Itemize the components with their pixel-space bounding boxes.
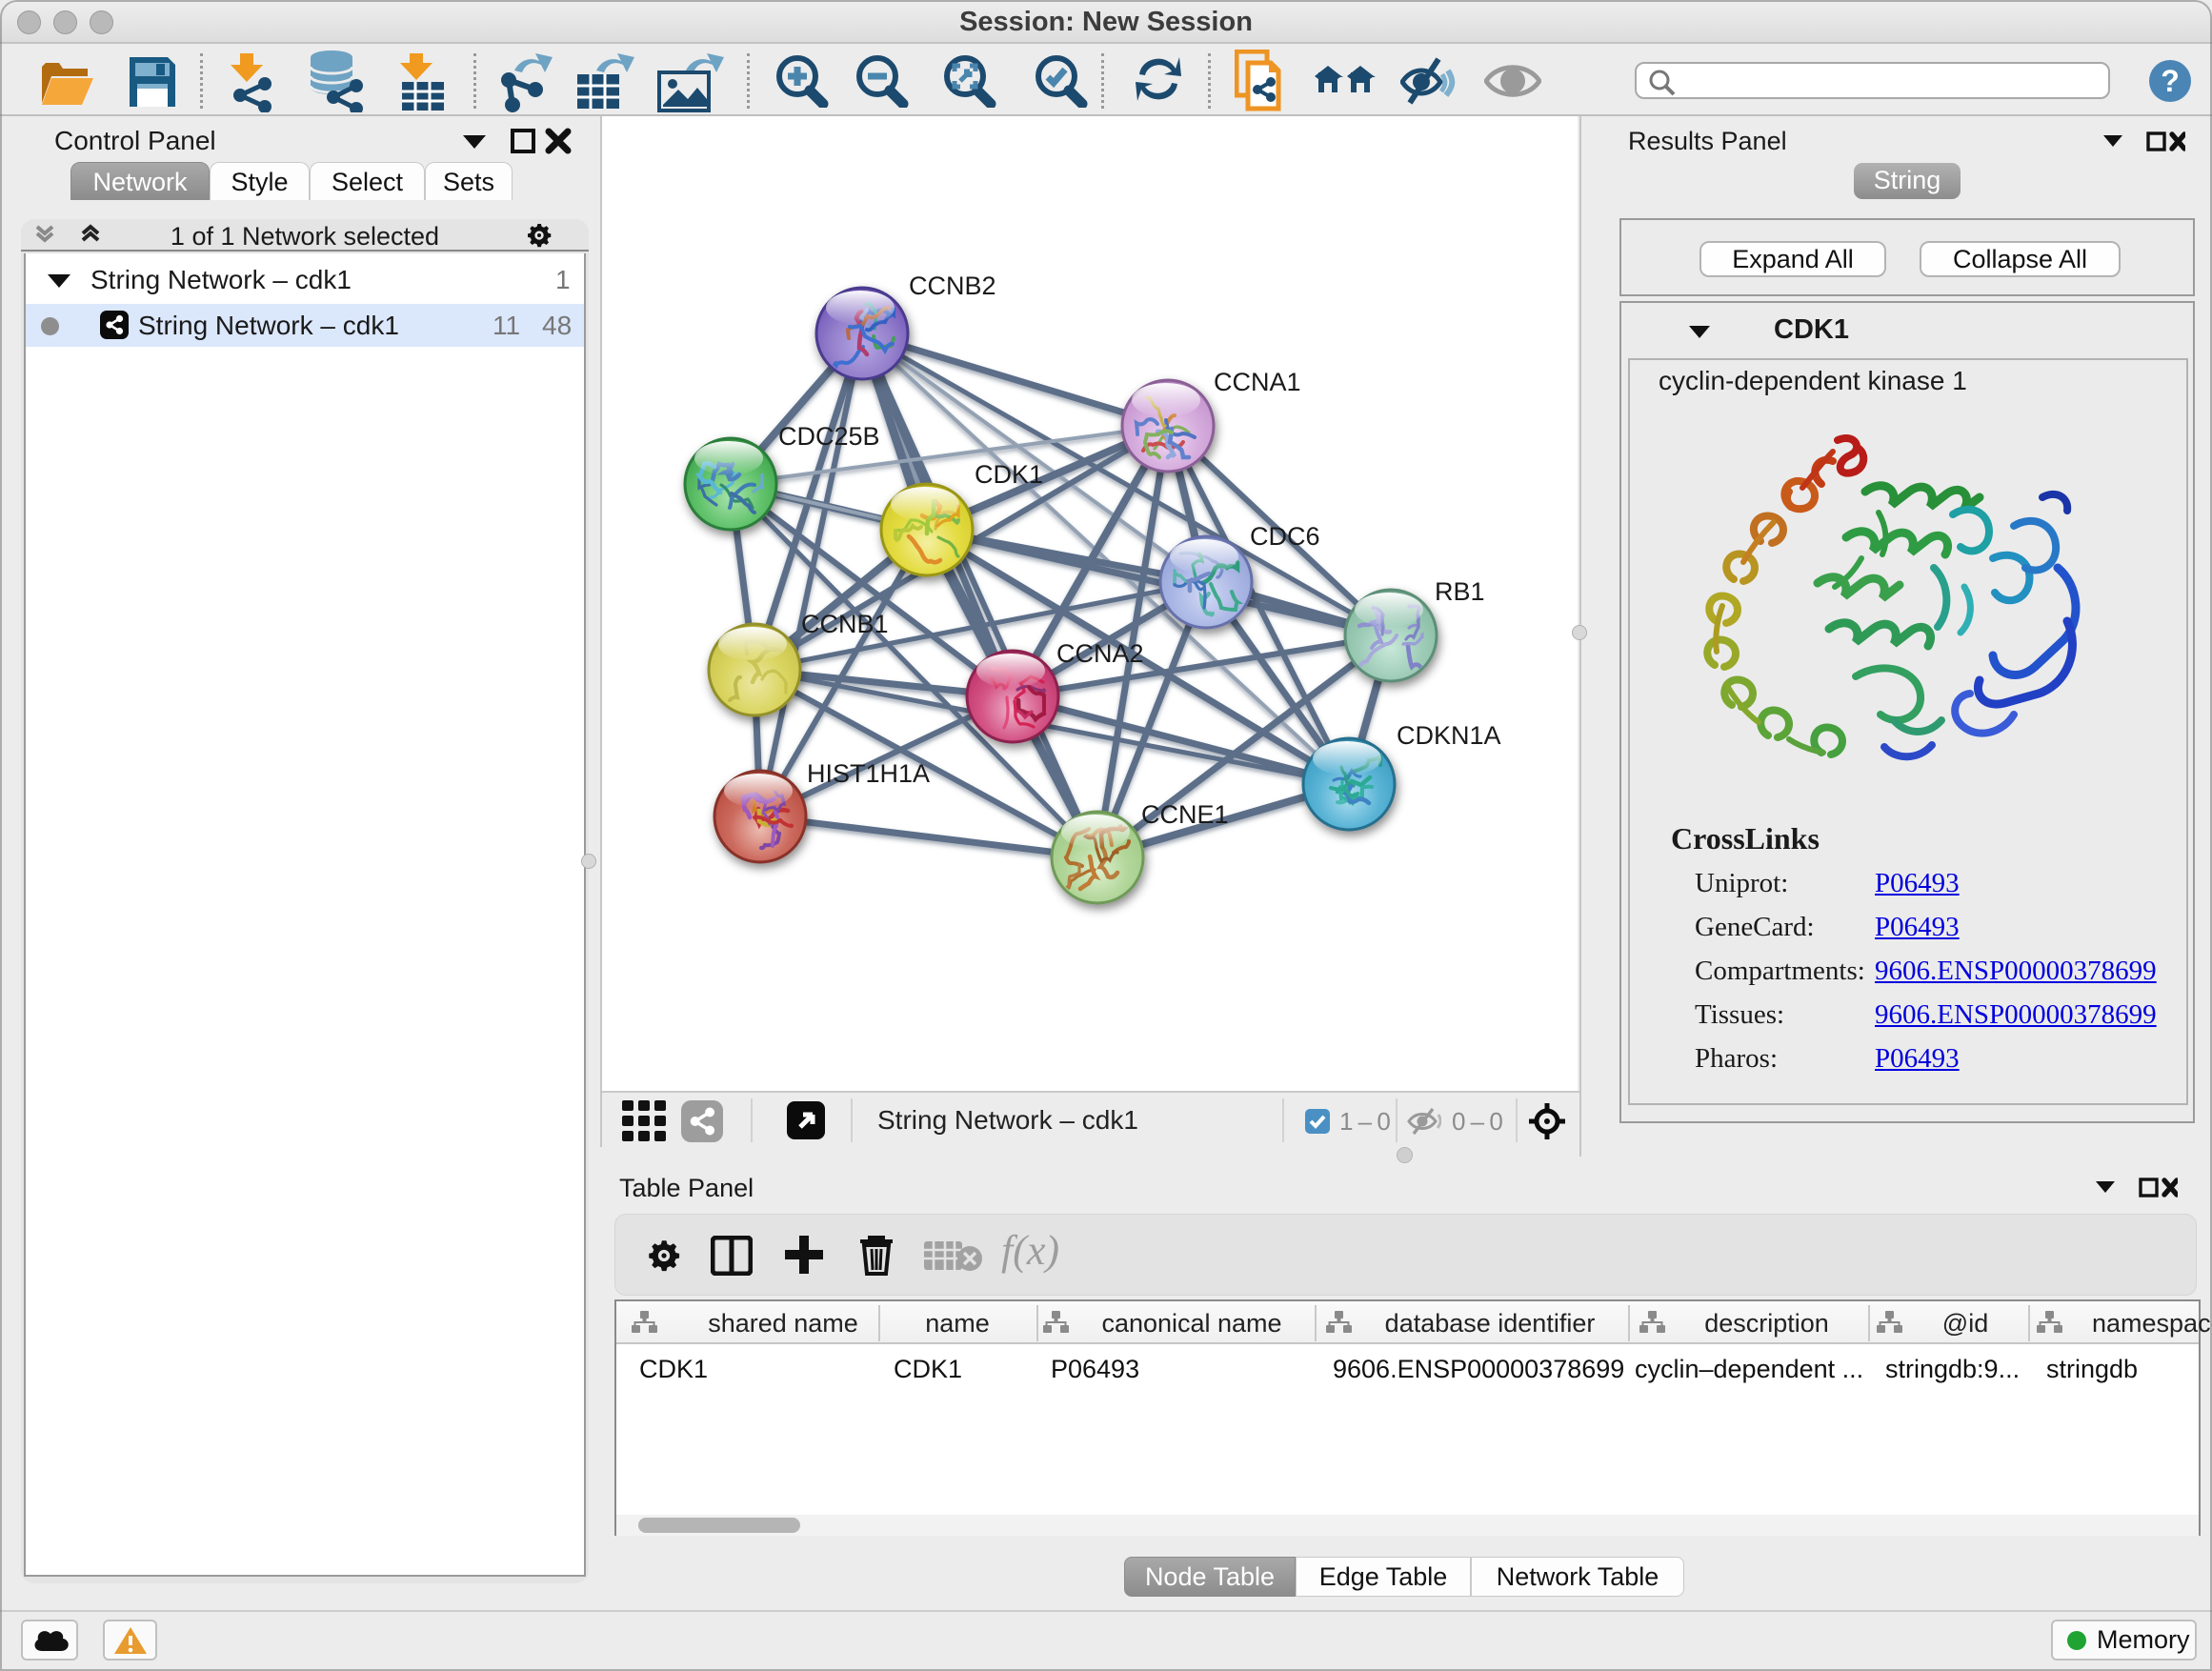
svg-text:CCNA1: CCNA1 [1214, 368, 1301, 396]
svg-text:CDC6: CDC6 [1250, 522, 1320, 551]
svg-text:CCNB1: CCNB1 [801, 610, 889, 638]
svg-text:HIST1H1A: HIST1H1A [807, 759, 930, 788]
svg-text:CCNE1: CCNE1 [1141, 800, 1229, 829]
svg-text:?: ? [2161, 64, 2180, 98]
svg-text:CCNB2: CCNB2 [909, 272, 996, 300]
svg-text:CDK1: CDK1 [975, 460, 1043, 489]
svg-text:CDKN1A: CDKN1A [1397, 721, 1501, 750]
svg-text:CCNA2: CCNA2 [1056, 639, 1144, 668]
svg-text:CDC25B: CDC25B [778, 422, 880, 451]
svg-text:RB1: RB1 [1435, 577, 1485, 606]
